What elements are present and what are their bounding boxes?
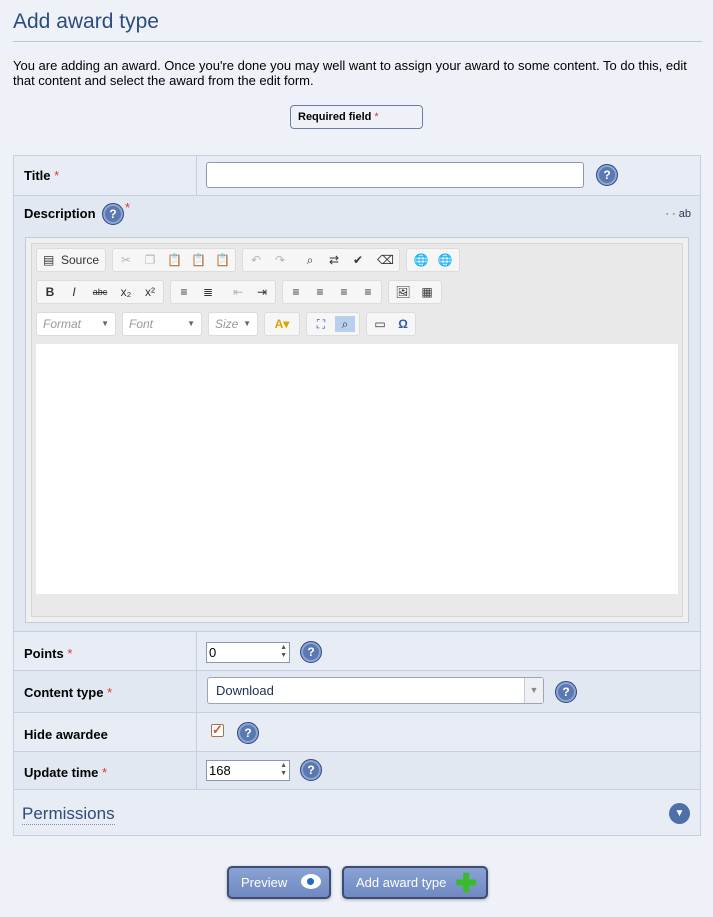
redo-icon[interactable]: ↷ xyxy=(273,252,287,268)
title-input[interactable] xyxy=(206,162,584,188)
format-select[interactable]: Format ▼ xyxy=(36,312,116,336)
editor-chrome: ▤ Source ✂ ❐ 📋 📋 📋 ↶ ↷ ⌕ ⇄ ✔ ⌫ 🌐 🌐 B I a… xyxy=(31,243,683,617)
permissions-link[interactable]: Permissions xyxy=(22,804,115,825)
plus-icon: ✚ xyxy=(455,868,477,898)
points-row: Points * 0 ▲ ▼ ? xyxy=(14,632,700,671)
subscript-icon[interactable]: x₂ xyxy=(117,284,135,300)
description-required-star: * xyxy=(125,200,131,215)
update-time-row: Update time * 168 ▲ ▼ ? xyxy=(14,752,700,790)
source-group: ▤ Source xyxy=(36,248,106,272)
copy-icon[interactable]: ❐ xyxy=(143,252,157,268)
title-help-icon[interactable]: ? xyxy=(596,164,618,186)
horizontal-rule-icon[interactable]: ▭ xyxy=(373,316,387,332)
description-row: Description ? * · · ab ▤ Source ✂ ❐ 📋 📋 … xyxy=(14,196,700,632)
paste-text-icon[interactable]: 📋 xyxy=(191,252,206,268)
hide-awardee-label: Hide awardee xyxy=(24,727,108,742)
preview-label: Preview xyxy=(241,875,288,890)
strike-icon[interactable]: abc xyxy=(89,284,111,300)
maximize-icon[interactable]: ⛶ xyxy=(313,316,329,332)
align-center-icon[interactable]: ≡ xyxy=(313,284,327,300)
editor-content-area[interactable] xyxy=(36,344,678,594)
update-time-input[interactable]: 168 ▲ ▼ xyxy=(206,760,290,781)
list-group: ≡ ≣ ⇤ ⇥ xyxy=(170,280,276,304)
hide-awardee-row: Hide awardee ? xyxy=(14,713,700,752)
align-right-icon[interactable]: ≡ xyxy=(337,284,351,300)
justify-icon[interactable]: ≡ xyxy=(361,284,375,300)
intro-text: You are adding an award. Once you're don… xyxy=(13,58,687,88)
add-award-type-label: Add award type xyxy=(356,875,447,890)
expand-chevron-icon[interactable]: ▼ xyxy=(669,803,690,824)
font-chevron-down-icon: ▼ xyxy=(187,319,195,328)
paste-icon[interactable]: 📋 xyxy=(167,252,182,268)
content-type-row: Content type * Download ▼ ? xyxy=(14,671,700,713)
award-form: Title * ? Description ? * · · ab ▤ Sourc… xyxy=(13,155,701,836)
bullet-list-icon[interactable]: ≣ xyxy=(201,284,215,300)
required-field-label: Required field xyxy=(298,111,372,123)
required-field-legend: Required field * xyxy=(290,105,423,129)
superscript-icon[interactable]: x² xyxy=(141,284,159,300)
special-group: ▭ Ω xyxy=(366,312,416,336)
numbered-list-icon[interactable]: ≡ xyxy=(177,284,191,300)
update-time-help-icon[interactable]: ? xyxy=(300,759,322,781)
size-select[interactable]: Size ▼ xyxy=(208,312,258,336)
basic-styles-group: B I abc x₂ x² xyxy=(36,280,164,304)
size-chevron-down-icon: ▼ xyxy=(243,319,251,328)
cut-icon[interactable]: ✂ xyxy=(119,252,133,268)
content-type-select[interactable]: Download ▼ xyxy=(207,677,544,704)
update-time-stepper-arrows: ▲ ▼ xyxy=(280,762,287,777)
align-left-icon[interactable]: ≡ xyxy=(289,284,303,300)
font-select[interactable]: Font ▼ xyxy=(122,312,202,336)
points-label: Points * xyxy=(24,646,73,661)
spellcheck-icon[interactable]: ✔ xyxy=(351,252,365,268)
page-title: Add award type xyxy=(13,10,159,33)
points-help-icon[interactable]: ? xyxy=(300,641,322,663)
source-doc-icon: ▤ xyxy=(43,253,55,267)
chevron-down-icon: ▼ xyxy=(524,678,543,703)
align-group: ≡ ≡ ≡ ≡ xyxy=(282,280,382,304)
preview-button[interactable]: Preview xyxy=(227,866,331,899)
title-label: Title * xyxy=(24,168,60,183)
undo-icon[interactable]: ↶ xyxy=(249,252,263,268)
paste-word-icon[interactable]: 📋 xyxy=(215,252,230,268)
find-icon[interactable]: ⌕ xyxy=(303,252,317,268)
add-award-type-button[interactable]: Add award type ✚ xyxy=(342,866,488,899)
tools-group: ⛶ ⌕ xyxy=(306,312,360,336)
unlink-icon[interactable]: 🌐 xyxy=(437,252,453,268)
content-type-label: Content type * xyxy=(24,685,113,700)
eye-icon xyxy=(301,874,321,889)
title-row: Title * ? xyxy=(14,156,700,196)
description-help-icon[interactable]: ? xyxy=(102,203,124,225)
required-star: * xyxy=(374,111,379,123)
points-stepper-arrows: ▲ ▼ xyxy=(280,644,287,659)
hide-awardee-help-icon[interactable]: ? xyxy=(237,722,259,744)
table-icon[interactable]: ▦ xyxy=(419,284,435,300)
hide-awardee-checkbox[interactable] xyxy=(211,722,224,738)
wysiwyg-editor: ▤ Source ✂ ❐ 📋 📋 📋 ↶ ↷ ⌕ ⇄ ✔ ⌫ 🌐 🌐 B I a… xyxy=(25,237,689,623)
description-label: Description xyxy=(24,206,96,221)
content-type-help-icon[interactable]: ? xyxy=(555,681,577,703)
points-input[interactable]: 0 ▲ ▼ xyxy=(206,642,290,663)
editor-mode-icons[interactable]: · · ab xyxy=(665,208,691,220)
special-char-icon[interactable]: Ω xyxy=(395,316,411,332)
replace-icon[interactable]: ⇄ xyxy=(327,252,341,268)
link-icon[interactable]: 🌐 xyxy=(413,252,429,268)
link-group: 🌐 🌐 xyxy=(406,248,460,272)
text-color-icon[interactable]: A▾ xyxy=(269,316,295,332)
edit-group: ↶ ↷ ⌕ ⇄ ✔ ⌫ xyxy=(242,248,400,272)
format-chevron-down-icon: ▼ xyxy=(101,319,109,328)
text-color-group: A▾ xyxy=(264,312,300,336)
italic-icon[interactable]: I xyxy=(67,284,81,300)
title-divider xyxy=(13,41,702,42)
update-time-label: Update time * xyxy=(24,765,108,780)
remove-format-icon[interactable]: ⌫ xyxy=(377,252,394,268)
indent-icon[interactable]: ⇥ xyxy=(255,284,269,300)
source-button[interactable]: Source xyxy=(59,252,101,268)
clipboard-group: ✂ ❐ 📋 📋 📋 xyxy=(112,248,236,272)
bold-icon[interactable]: B xyxy=(43,284,57,300)
image-icon[interactable]: 🖼 xyxy=(395,284,411,300)
show-blocks-icon[interactable]: ⌕ xyxy=(335,316,355,332)
insert-group: 🖼 ▦ xyxy=(388,280,442,304)
outdent-icon[interactable]: ⇤ xyxy=(231,284,245,300)
permissions-row: Permissions ▼ xyxy=(14,790,700,835)
